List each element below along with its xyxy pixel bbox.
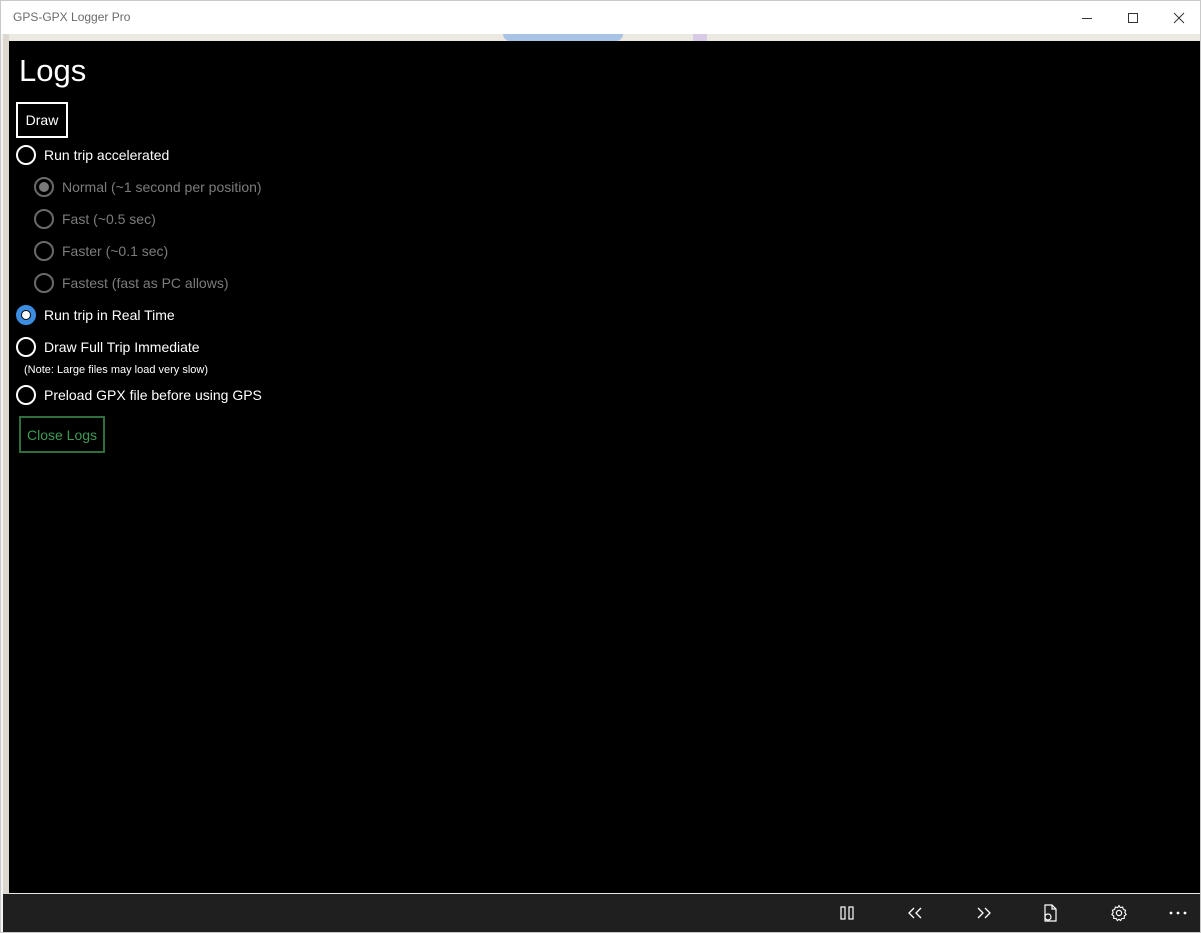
radio-circle[interactable]: [34, 177, 54, 197]
page-title: Logs: [19, 53, 87, 88]
app-window: GPS-GPX Logger Pro Logs Draw Run trip ac…: [0, 0, 1201, 933]
radio-label: Fast (~0.5 sec): [62, 211, 156, 227]
radio-circle[interactable]: [16, 145, 36, 165]
pause-icon: [840, 906, 854, 920]
minimize-button[interactable]: [1064, 1, 1110, 34]
maximize-icon: [1128, 12, 1138, 23]
rewind-button[interactable]: [893, 894, 937, 932]
close-icon: [1173, 12, 1185, 23]
settings-button[interactable]: [1097, 894, 1141, 932]
map-road: [693, 34, 707, 41]
radio-preload-gpx[interactable]: Preload GPX file before using GPS: [16, 383, 262, 407]
radio-circle[interactable]: [34, 273, 54, 293]
radio-draw-full-trip[interactable]: Draw Full Trip Immediate: [16, 335, 200, 359]
radio-label: Normal (~1 second per position): [62, 179, 262, 195]
more-options-button[interactable]: [1156, 894, 1200, 932]
open-file-button[interactable]: [1028, 894, 1072, 932]
logs-panel: Logs Draw Run trip accelerated Normal (~…: [9, 41, 1200, 893]
radio-circle[interactable]: [16, 305, 36, 325]
map-water: [503, 34, 623, 41]
radio-label: Run trip accelerated: [44, 147, 170, 163]
fast-forward-button[interactable]: [962, 894, 1006, 932]
radio-circle[interactable]: [16, 385, 36, 405]
radio-speed-fastest[interactable]: Fastest (fast as PC allows): [34, 271, 229, 295]
radio-run-trip-real-time[interactable]: Run trip in Real Time: [16, 303, 175, 327]
rewind-icon: [908, 907, 922, 919]
radio-speed-normal[interactable]: Normal (~1 second per position): [34, 175, 262, 199]
minimize-icon: [1082, 17, 1092, 19]
radio-speed-faster[interactable]: Faster (~0.1 sec): [34, 239, 168, 263]
maximize-button[interactable]: [1110, 1, 1156, 34]
window-title: GPS-GPX Logger Pro: [13, 10, 131, 24]
command-bar: [3, 894, 1200, 932]
radio-label: Run trip in Real Time: [44, 307, 175, 323]
radio-circle[interactable]: [34, 209, 54, 229]
radio-run-trip-accelerated[interactable]: Run trip accelerated: [16, 143, 169, 167]
large-file-note: (Note: Large files may load very slow): [24, 364, 209, 376]
file-icon: [1044, 904, 1057, 922]
radio-label: Faster (~0.1 sec): [62, 243, 169, 259]
radio-label: Fastest (fast as PC allows): [62, 275, 229, 291]
draw-button[interactable]: Draw: [16, 102, 68, 138]
radio-speed-fast[interactable]: Fast (~0.5 sec): [34, 207, 156, 231]
more-icon: [1169, 911, 1187, 915]
radio-circle[interactable]: [16, 337, 36, 357]
fast-forward-icon: [977, 907, 991, 919]
close-logs-button[interactable]: Close Logs: [19, 416, 105, 453]
radio-label: Preload GPX file before using GPS: [44, 387, 262, 403]
radio-circle[interactable]: [34, 241, 54, 261]
title-bar[interactable]: GPS-GPX Logger Pro: [1, 1, 1200, 34]
radio-label: Draw Full Trip Immediate: [44, 339, 200, 355]
close-window-button[interactable]: [1156, 1, 1201, 34]
pause-button[interactable]: [825, 894, 869, 932]
settings-icon: [1111, 904, 1127, 922]
